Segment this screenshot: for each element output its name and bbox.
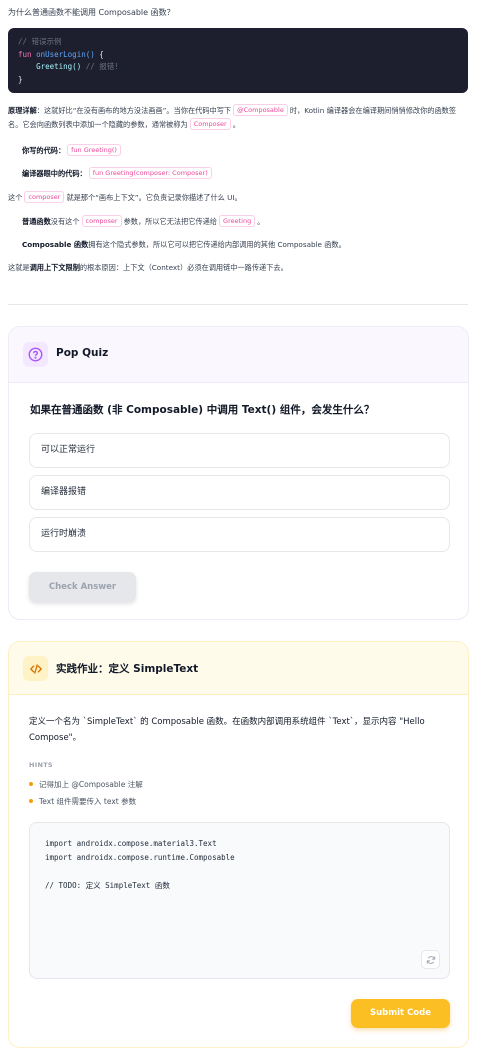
inline-code-tag: fun Greeting(composer: Composer) xyxy=(88,167,212,179)
submit-code-button[interactable]: Submit Code xyxy=(351,999,450,1028)
inline-code-tag: fun Greeting() xyxy=(67,144,121,156)
section-divider xyxy=(8,304,468,305)
inline-code-tag: @Composable xyxy=(233,104,288,116)
quiz-header: Pop Quiz xyxy=(9,327,468,383)
inline-code-tag: Greeting xyxy=(219,215,256,227)
composable-function-line: Composable 函数拥有这个隐式参数，所以它可以把它传递给内部调用的其他 … xyxy=(22,240,346,249)
code-example-block: // 错误示例 fun onUserLogin() { Greeting() /… xyxy=(8,28,468,93)
homework-header: 实践作业：定义 SimpleText xyxy=(9,642,468,695)
code-brace-open: { xyxy=(94,49,104,59)
code-comment: // 错误示例 xyxy=(18,37,62,46)
normal-function-line: 普通函数没有这个 composer 参数，所以它无法把它传递给 Greeting。 xyxy=(22,215,265,227)
bullet-dot-icon xyxy=(29,782,33,786)
quiz-card: Pop Quiz 如果在普通函数 (非 Composable) 中调用 Text… xyxy=(8,326,469,620)
code-editor[interactable]: import androidx.compose.material3.Text i… xyxy=(29,822,450,979)
code-function-name: onUserLogin() xyxy=(36,49,95,59)
quiz-question: 如果在普通函数 (非 Composable) 中调用 Text() 组件，会发生… xyxy=(30,404,375,416)
homework-card: 实践作业：定义 SimpleText 定义一个名为 `SimpleText` 的… xyxy=(8,641,469,1048)
conclusion-line: 这就是调用上下文限制的根本原因：上下文（Context）必须在调用链中一路传递下… xyxy=(8,263,288,272)
quiz-option[interactable]: 编译器报错 xyxy=(29,475,450,510)
quiz-option[interactable]: 运行时崩溃 xyxy=(29,517,450,552)
written-code-line: 你写的代码： fun Greeting() xyxy=(22,144,123,158)
hint-item: 记得加上 @Composable 注解 xyxy=(29,779,143,790)
lesson-question: 为什么普通函数不能调用 Composable 函数？ xyxy=(8,8,175,17)
check-answer-button[interactable]: Check Answer xyxy=(29,572,136,602)
hint-item: Text 组件需要传入 text 参数 xyxy=(29,796,136,807)
explanation-paragraph: 原理详解：这就好比“在没有画布的地方没法画画”。当你在代码中写下 @Composa… xyxy=(8,104,457,130)
code-inline-comment: // 报错! xyxy=(81,62,119,71)
question-circle-icon xyxy=(23,342,48,367)
code-brace-close: } xyxy=(18,74,23,84)
code-editor-content[interactable]: import androidx.compose.material3.Text i… xyxy=(45,839,235,890)
composer-explanation: 这个 composer 就是那个“画布上下文”。它负责记录你描述了什么 UI。 xyxy=(8,191,242,203)
compiler-code-line: 编译器眼中的代码： fun Greeting(composer: Composer… xyxy=(22,167,214,181)
code-keyword: fun xyxy=(18,49,32,59)
code-call: Greeting() xyxy=(36,62,82,71)
code-icon xyxy=(23,656,48,681)
hints-label: HINTS xyxy=(29,761,53,769)
quiz-title: Pop Quiz xyxy=(56,347,109,359)
homework-title: 实践作业：定义 SimpleText xyxy=(56,663,199,675)
inline-code-tag: Composer xyxy=(189,118,231,130)
homework-description: 定义一个名为 `SimpleText` 的 Composable 函数。在函数内… xyxy=(29,717,425,743)
inline-code-tag: composer xyxy=(24,191,65,203)
refresh-icon[interactable] xyxy=(421,950,440,969)
inline-code-tag: composer xyxy=(81,215,122,227)
quiz-option[interactable]: 可以正常运行 xyxy=(29,433,450,468)
bullet-dot-icon xyxy=(29,799,33,803)
